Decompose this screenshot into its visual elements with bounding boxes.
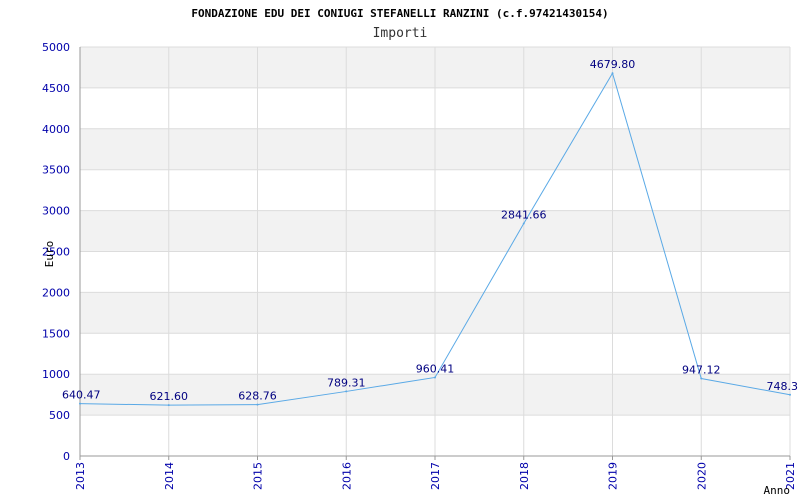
data-label: 640.47: [62, 389, 101, 402]
y-tick-label: 4500: [42, 82, 70, 95]
x-tick-label: 2013: [74, 462, 87, 490]
x-tick-label: 2017: [429, 462, 442, 490]
data-label: 789.31: [327, 376, 366, 389]
data-label: 947.12: [682, 364, 721, 377]
data-point: [611, 72, 614, 75]
chart-title: FONDAZIONE EDU DEI CONIUGI STEFANELLI RA…: [191, 7, 608, 20]
data-point: [345, 390, 348, 393]
y-tick-label: 1000: [42, 368, 70, 381]
x-tick-label: 2014: [163, 462, 176, 490]
y-axis-label: Euro: [43, 241, 56, 268]
x-tick-label: 2018: [518, 462, 531, 490]
chart-subtitle: Importi: [373, 26, 428, 41]
data-point: [789, 393, 791, 396]
x-tick-label: 2020: [695, 462, 708, 490]
y-tick-label: 4000: [42, 123, 70, 136]
data-label: 628.76: [238, 390, 277, 403]
y-tick-label: 1500: [42, 327, 70, 340]
data-label: 2841.66: [501, 209, 547, 222]
data-label: 748.3: [767, 380, 799, 393]
y-tick-label: 2000: [42, 286, 70, 299]
x-tick-labels: 2013 2014 2015 2016 2017 2018 2019 2020 2021: [74, 462, 797, 490]
data-label: 960.41: [416, 362, 455, 375]
y-tick-label: 0: [63, 450, 70, 463]
y-tick-label: 3500: [42, 164, 70, 177]
data-point: [434, 376, 436, 379]
data-point: [79, 402, 81, 405]
data-point: [522, 222, 525, 225]
x-axis-label: Anno: [764, 484, 791, 497]
line-chart: 0500100015002000250030003500400045005000…: [42, 7, 799, 497]
data-label: 4679.80: [590, 58, 636, 71]
y-tick-label: 3000: [42, 205, 70, 218]
data-point: [256, 403, 259, 406]
y-tick-label: 5000: [42, 41, 70, 54]
y-tick-label: 500: [49, 409, 70, 422]
x-tick-label: 2019: [607, 462, 620, 490]
x-tick-label: 2016: [340, 462, 353, 490]
x-tick-label: 2015: [252, 462, 265, 490]
data-label: 621.60: [150, 390, 189, 403]
data-point: [700, 377, 703, 380]
data-point: [167, 404, 170, 407]
